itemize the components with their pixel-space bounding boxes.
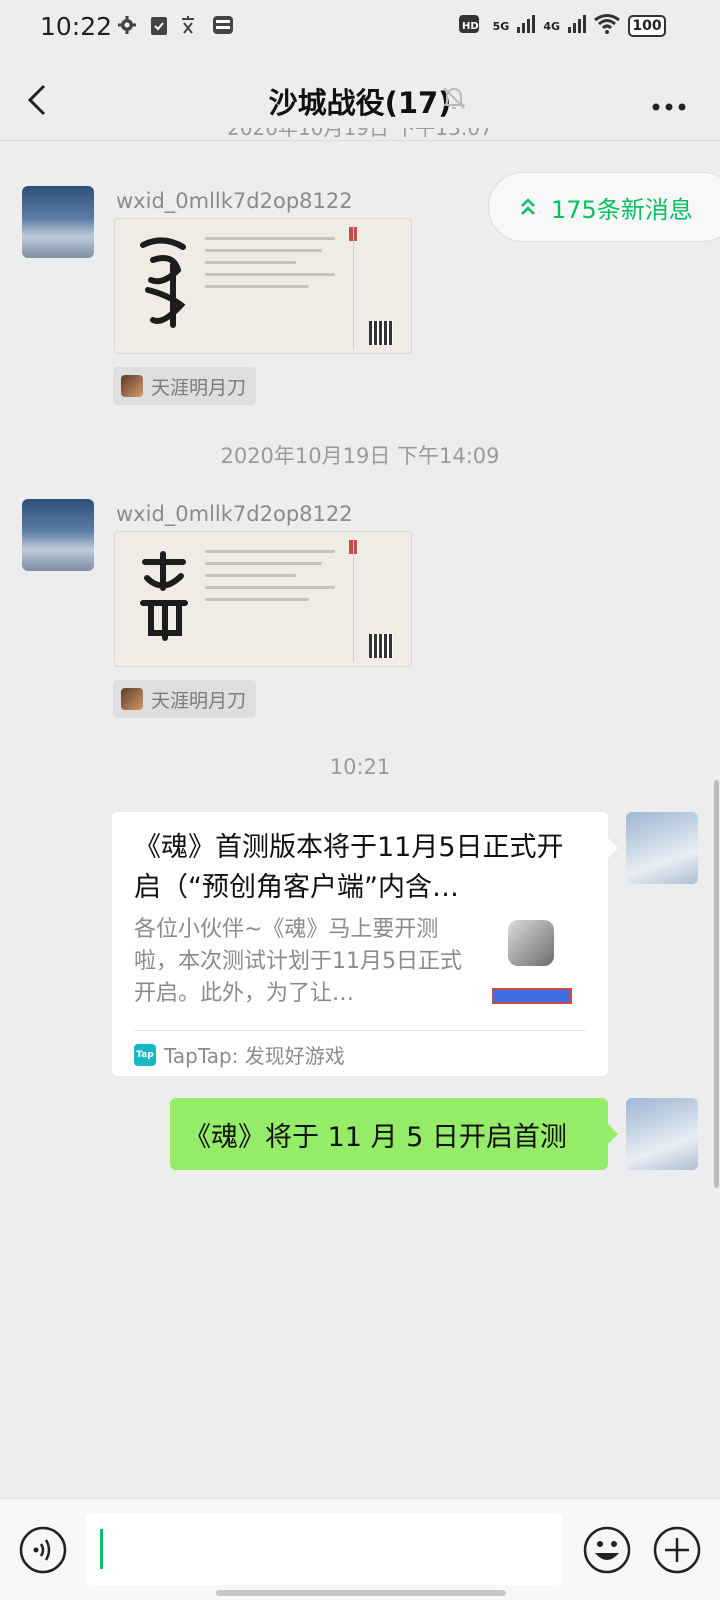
home-indicator[interactable] <box>216 1590 506 1596</box>
wifi-icon <box>594 14 620 38</box>
mini-program-tag[interactable]: 天涯明月刀 <box>113 680 257 718</box>
timestamp-partial-text: 2020年10月19日 下午13:07 <box>227 128 493 140</box>
link-card-message[interactable]: 《魂》首测版本将于11月5日正式开启（“预创角客户端”内含… 各位小伙伴~《魂》… <box>112 812 618 1076</box>
link-thumbnail <box>486 920 576 1010</box>
mini-program-name: 天涯明月刀 <box>151 689 247 712</box>
timestamp-partial: 2020年10月19日 下午13:07 <box>0 128 720 142</box>
bubble-tail <box>608 1124 618 1144</box>
link-source-label: TapTap: 发现好游戏 <box>164 1044 345 1068</box>
text-cursor <box>100 1529 103 1569</box>
mini-program-name: 天涯明月刀 <box>151 376 247 399</box>
more-dots-icon <box>652 103 686 111</box>
sim-card-icon <box>212 14 234 36</box>
avatar[interactable] <box>22 499 94 571</box>
poster-text-lines <box>205 550 335 610</box>
message-text: 《魂》将于 11 月 5 日开启首测 <box>184 1121 567 1153</box>
sender-name: wxid_0mllk7d2op8122 <box>116 502 353 526</box>
battery-icon: 100 <box>628 15 666 37</box>
game-avatar-icon <box>121 688 143 710</box>
download-bar <box>492 988 572 1004</box>
mute-bell-icon <box>440 84 468 112</box>
link-divider <box>134 1030 586 1031</box>
emoji-icon <box>583 1526 631 1574</box>
timestamp: 2020年10月19日 下午14:09 <box>220 444 500 468</box>
status-bar: 10:22 HD 5G 4G 100 <box>0 0 720 58</box>
plus-icon <box>653 1526 701 1574</box>
qr-code <box>369 321 393 345</box>
more-options-button[interactable] <box>652 96 686 111</box>
link-source: Tap TapTap: 发现好游戏 <box>134 1040 345 1069</box>
calligraphy-image <box>140 551 188 641</box>
link-title: 《魂》首测版本将于11月5日正式开启（“预创角客户端”内含… <box>134 832 564 903</box>
text-message[interactable]: 《魂》将于 11 月 5 日开启首测 <box>170 1098 618 1170</box>
chat-title: 沙城战役(17) <box>268 86 452 120</box>
voice-icon <box>19 1526 67 1574</box>
emoji-button[interactable] <box>582 1525 632 1575</box>
more-functions-button[interactable] <box>652 1525 702 1575</box>
my-avatar[interactable] <box>626 1098 698 1170</box>
double-chevron-up-icon <box>521 198 535 215</box>
taptap-icon: Tap <box>134 1043 156 1066</box>
game-avatar-icon <box>121 375 143 397</box>
signal-5g-icon <box>517 15 536 37</box>
avatar[interactable] <box>22 186 94 258</box>
poster-text-lines <box>205 237 335 297</box>
input-bar <box>0 1498 720 1600</box>
mini-program-tag[interactable]: 天涯明月刀 <box>113 367 257 405</box>
voice-button[interactable] <box>18 1525 68 1575</box>
calligraphy-image <box>140 237 186 328</box>
my-avatar[interactable] <box>626 812 698 884</box>
qr-code <box>369 634 393 658</box>
status-time: 10:22 <box>40 12 113 41</box>
sender-name: wxid_0mllk7d2op8122 <box>116 189 353 213</box>
message-input[interactable] <box>86 1513 562 1585</box>
settings-icon <box>116 14 138 36</box>
timestamp: 10:21 <box>329 755 391 779</box>
signal-5g-label: 5G <box>492 19 510 33</box>
signal-4g-icon <box>568 15 586 37</box>
image-message[interactable] <box>114 531 412 667</box>
signal-4g-label: 4G <box>543 19 560 33</box>
svg-text:HD: HD <box>462 21 479 32</box>
image-message[interactable] <box>114 218 412 354</box>
status-icons-right: HD 5G 4G 100 <box>458 14 666 38</box>
game-app-icon <box>508 920 554 966</box>
bubble-tail <box>608 838 618 858</box>
clipboard-check-icon <box>148 14 170 36</box>
scrollbar[interactable] <box>714 780 719 1188</box>
new-messages-button[interactable]: 175条新消息 <box>488 172 720 242</box>
status-icons-left <box>116 14 234 36</box>
translate-icon <box>180 14 202 36</box>
link-description: 各位小伙伴~《魂》马上要开测啦，本次测试计划于11月5日正式开启。此外，为了让… <box>134 917 462 1006</box>
hd-icon: HD <box>458 14 485 38</box>
new-messages-label: 175条新消息 <box>551 195 693 224</box>
